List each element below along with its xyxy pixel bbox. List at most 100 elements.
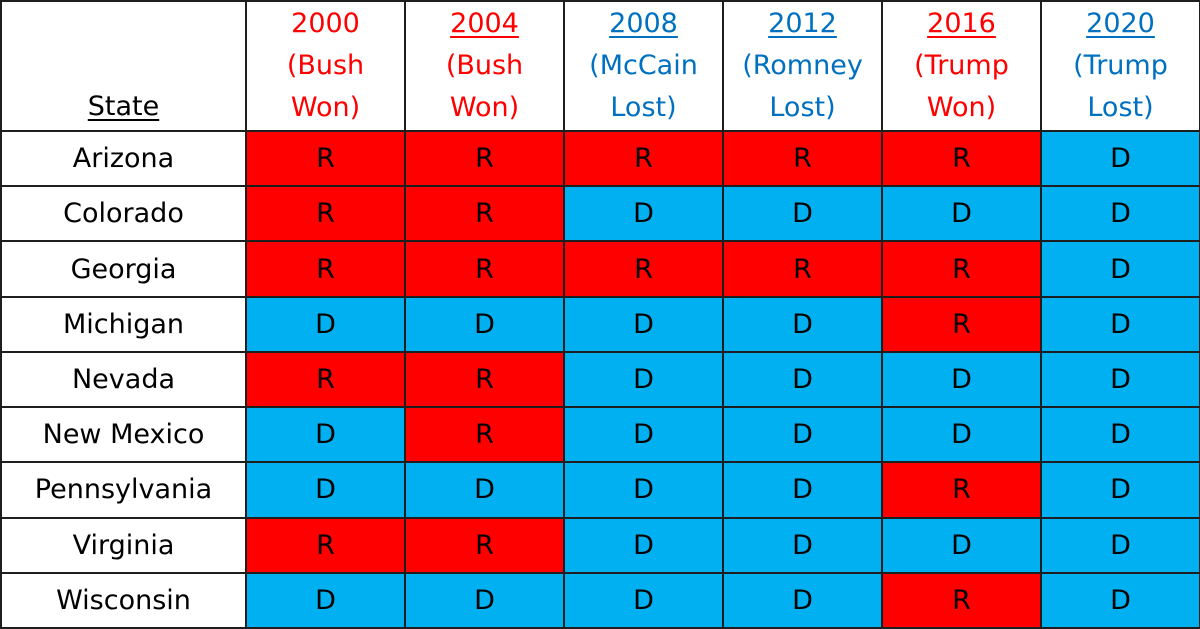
result-cell: R xyxy=(881,461,1042,519)
result-cell: R xyxy=(881,129,1042,188)
year-column-header: 2020 (Trump Lost) xyxy=(1040,0,1200,132)
result-cell: R xyxy=(563,240,724,298)
state-name-cell: Wisconsin xyxy=(0,571,247,629)
year-label: 2004 xyxy=(450,8,519,39)
result-cell: D xyxy=(881,406,1042,464)
state-name-cell: Nevada xyxy=(0,350,247,409)
result-cell: D xyxy=(245,571,406,629)
year-label: 2020 xyxy=(1086,8,1155,39)
result-cell: R xyxy=(404,185,565,243)
result-cell: D xyxy=(563,406,724,464)
candidate-label: (Romney xyxy=(742,50,863,81)
result-cell: R xyxy=(245,516,406,574)
result-cell: R xyxy=(722,240,883,298)
result-cell: D xyxy=(245,406,406,464)
result-cell: D xyxy=(563,185,724,243)
table-row: Pennsylvania D D D D R D xyxy=(0,461,1200,519)
outcome-label: Lost) xyxy=(610,92,677,123)
state-name-cell: New Mexico xyxy=(0,406,247,464)
result-cell: D xyxy=(1040,350,1200,409)
state-name-cell: Georgia xyxy=(0,240,247,298)
result-cell: R xyxy=(881,295,1042,353)
candidate-label: (Trump xyxy=(1073,50,1168,81)
result-cell: D xyxy=(404,461,565,519)
table-row: Virginia R R D D D D xyxy=(0,516,1200,574)
state-name-cell: Virginia xyxy=(0,516,247,574)
result-cell: D xyxy=(404,295,565,353)
year-label: 2012 xyxy=(768,8,837,39)
year-label: 2008 xyxy=(609,8,678,39)
state-name-cell: Michigan xyxy=(0,295,247,353)
result-cell: D xyxy=(404,571,565,629)
year-column-header: 2012 (Romney Lost) xyxy=(722,0,883,132)
year-column-header: 2016 (Trump Won) xyxy=(881,0,1042,132)
result-cell: R xyxy=(722,129,883,188)
candidate-label: (Bush xyxy=(286,50,365,81)
result-cell: D xyxy=(1040,295,1200,353)
result-cell: D xyxy=(881,185,1042,243)
table-row: New Mexico D R D D D D xyxy=(0,406,1200,464)
result-cell: D xyxy=(245,461,406,519)
result-cell: R xyxy=(245,240,406,298)
result-cell: D xyxy=(881,516,1042,574)
result-cell: D xyxy=(563,295,724,353)
state-name-cell: Arizona xyxy=(0,129,247,188)
table-row: Georgia R R R R R D xyxy=(0,240,1200,298)
state-name-cell: Colorado xyxy=(0,185,247,243)
state-column-header: State xyxy=(0,0,247,132)
result-cell: D xyxy=(722,295,883,353)
result-cell: D xyxy=(1040,185,1200,243)
result-cell: D xyxy=(881,350,1042,409)
state-header-label: State xyxy=(87,91,160,122)
outcome-label: Lost) xyxy=(1087,92,1154,123)
result-cell: R xyxy=(881,571,1042,629)
outcome-label: Won) xyxy=(449,92,520,123)
table-row: Colorado R R D D D D xyxy=(0,185,1200,243)
result-cell: R xyxy=(245,129,406,188)
result-cell: R xyxy=(404,240,565,298)
result-cell: D xyxy=(722,461,883,519)
result-cell: R xyxy=(245,350,406,409)
result-cell: R xyxy=(404,129,565,188)
candidate-label: (Trump xyxy=(914,50,1009,81)
result-cell: D xyxy=(722,571,883,629)
result-cell: D xyxy=(563,571,724,629)
swing-state-results-table: State 2000 (Bush Won) 2004 (Bush Won) 2008 (McC… xyxy=(0,0,1200,629)
year-label: 2016 xyxy=(927,8,996,39)
result-cell: D xyxy=(722,516,883,574)
result-cell: R xyxy=(404,350,565,409)
table-row: Wisconsin D D D D R D xyxy=(0,571,1200,629)
result-cell: D xyxy=(722,406,883,464)
result-cell: D xyxy=(722,350,883,409)
outcome-label: Won) xyxy=(926,92,997,123)
result-cell: D xyxy=(1040,129,1200,188)
result-cell: R xyxy=(245,185,406,243)
result-cell: D xyxy=(1040,240,1200,298)
table-row: Nevada R R D D D D xyxy=(0,350,1200,409)
result-cell: D xyxy=(722,185,883,243)
result-cell: R xyxy=(563,129,724,188)
header-row: State 2000 (Bush Won) 2004 (Bush Won) 2008 (McC… xyxy=(0,0,1200,132)
table-row: Arizona R R R R R D xyxy=(0,129,1200,188)
year-label: 2000 xyxy=(291,8,360,39)
result-cell: R xyxy=(881,240,1042,298)
result-cell: D xyxy=(1040,406,1200,464)
result-cell: R xyxy=(404,516,565,574)
state-name-cell: Pennsylvania xyxy=(0,461,247,519)
result-cell: D xyxy=(563,350,724,409)
result-cell: D xyxy=(1040,571,1200,629)
year-column-header: 2008 (McCain Lost) xyxy=(563,0,724,132)
result-cell: D xyxy=(245,295,406,353)
outcome-label: Lost) xyxy=(769,92,836,123)
result-cell: D xyxy=(563,516,724,574)
table-body: Arizona R R R R R D Colorado R R D D D D Georgia R R R R R D… xyxy=(0,129,1200,629)
candidate-label: (Bush xyxy=(445,50,524,81)
candidate-label: (McCain xyxy=(589,50,698,81)
year-column-header: 2004 (Bush Won) xyxy=(404,0,565,132)
result-cell: D xyxy=(563,461,724,519)
result-cell: R xyxy=(404,406,565,464)
year-column-header: 2000 (Bush Won) xyxy=(245,0,406,132)
outcome-label: Won) xyxy=(290,92,361,123)
result-cell: D xyxy=(1040,461,1200,519)
result-cell: D xyxy=(1040,516,1200,574)
